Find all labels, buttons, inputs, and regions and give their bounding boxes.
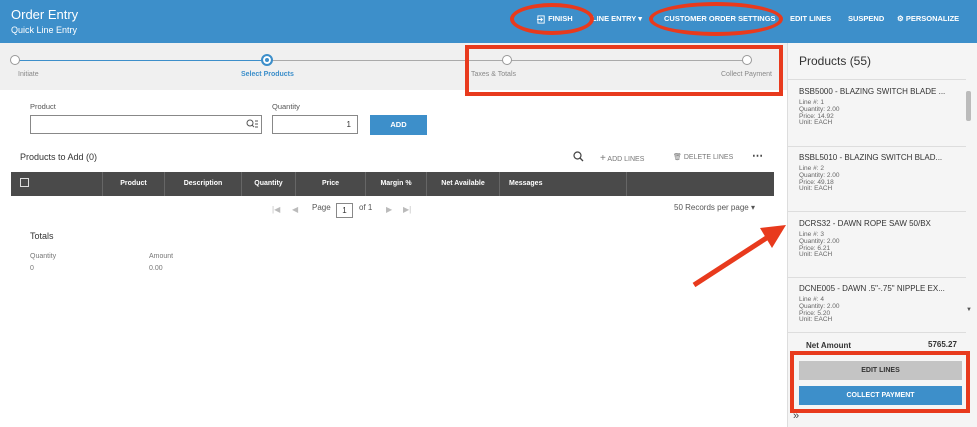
annotation-arrow — [692, 225, 786, 288]
order-entry-screen: Order Entry Quick Line Entry FINISH LINE… — [0, 0, 977, 427]
